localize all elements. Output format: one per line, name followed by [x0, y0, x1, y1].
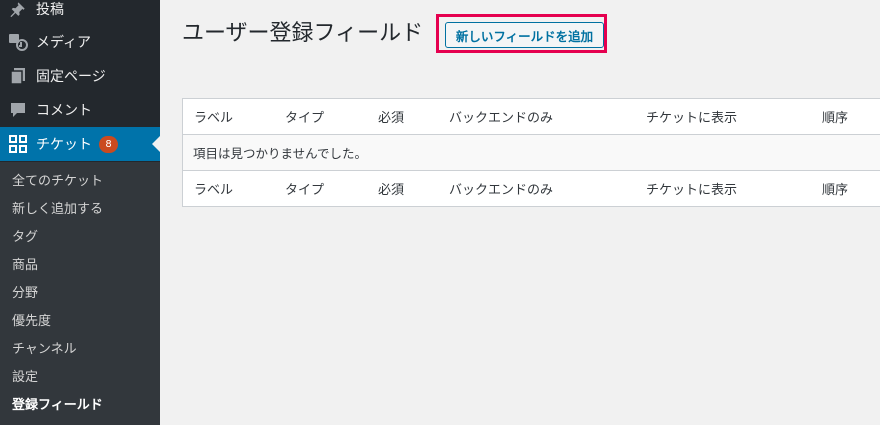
submenu-item-tags[interactable]: タグ: [12, 224, 38, 252]
media-icon: [0, 33, 36, 51]
table-footer-row: ラベル タイプ 必須 バックエンドのみ チケットに表示 順序: [183, 170, 880, 206]
comment-icon: [0, 101, 36, 119]
column-header-required[interactable]: 必須: [378, 99, 404, 134]
sidebar-item-tickets[interactable]: チケット 8: [0, 127, 160, 161]
sidebar-item-label: 固定ページ: [36, 69, 106, 85]
submenu-item-priority[interactable]: 優先度: [12, 308, 51, 336]
pin-icon: [0, 0, 36, 18]
column-footer-backend-only[interactable]: バックエンドのみ: [449, 171, 553, 206]
fields-table: ラベル タイプ 必須 バックエンドのみ チケットに表示 順序 項目は見つかりませ…: [182, 98, 880, 207]
tickets-submenu: 全てのチケット 新しく追加する タグ 商品 分野 優先度 チャンネル 設定 登録…: [0, 162, 160, 425]
column-header-label[interactable]: ラベル: [194, 99, 233, 134]
sidebar-item-posts[interactable]: 投稿: [0, 0, 160, 26]
column-footer-type[interactable]: タイプ: [285, 171, 324, 206]
column-header-type[interactable]: タイプ: [285, 99, 324, 134]
column-header-order[interactable]: 順序: [822, 99, 848, 134]
sidebar-item-label: チケット: [36, 137, 92, 153]
submenu-item-all-tickets[interactable]: 全てのチケット: [12, 168, 103, 196]
sidebar-item-media[interactable]: メディア: [0, 25, 160, 59]
add-new-field-button[interactable]: 新しいフィールドを追加: [445, 22, 604, 48]
sidebar-item-pages[interactable]: 固定ページ: [0, 59, 160, 93]
column-footer-order[interactable]: 順序: [822, 171, 848, 206]
column-header-backend-only[interactable]: バックエンドのみ: [449, 99, 553, 134]
column-header-show-in-ticket[interactable]: チケットに表示: [646, 99, 737, 134]
sidebar-item-label: コメント: [36, 103, 92, 119]
notification-badge: 8: [99, 135, 118, 153]
table-empty-row: 項目は見つかりませんでした。: [183, 135, 880, 170]
submenu-item-settings[interactable]: 設定: [12, 364, 38, 392]
submenu-item-products[interactable]: 商品: [12, 252, 38, 280]
active-indicator: [152, 136, 160, 152]
sidebar-item-label: 投稿: [36, 2, 64, 18]
empty-message: 項目は見つかりませんでした。: [193, 146, 368, 161]
sidebar-item-comments[interactable]: コメント: [0, 93, 160, 127]
page-title: ユーザー登録フィールド: [182, 21, 424, 46]
submenu-item-departments[interactable]: 分野: [12, 280, 38, 308]
table-header-row: ラベル タイプ 必須 バックエンドのみ チケットに表示 順序: [183, 99, 880, 135]
submenu-item-registration-fields[interactable]: 登録フィールド: [12, 392, 103, 420]
grid-icon: [0, 135, 36, 153]
sidebar-item-label: メディア: [36, 35, 92, 51]
column-footer-required[interactable]: 必須: [378, 171, 404, 206]
submenu-item-add-new[interactable]: 新しく追加する: [12, 196, 103, 224]
column-footer-show-in-ticket[interactable]: チケットに表示: [646, 171, 737, 206]
pages-icon: [0, 67, 36, 85]
column-footer-label[interactable]: ラベル: [194, 171, 233, 206]
submenu-item-channels[interactable]: チャンネル: [12, 336, 77, 364]
admin-sidebar: 投稿 メディア 固定ページ コメント チケット 8 全てのチケット 新しく追加す…: [0, 0, 160, 425]
